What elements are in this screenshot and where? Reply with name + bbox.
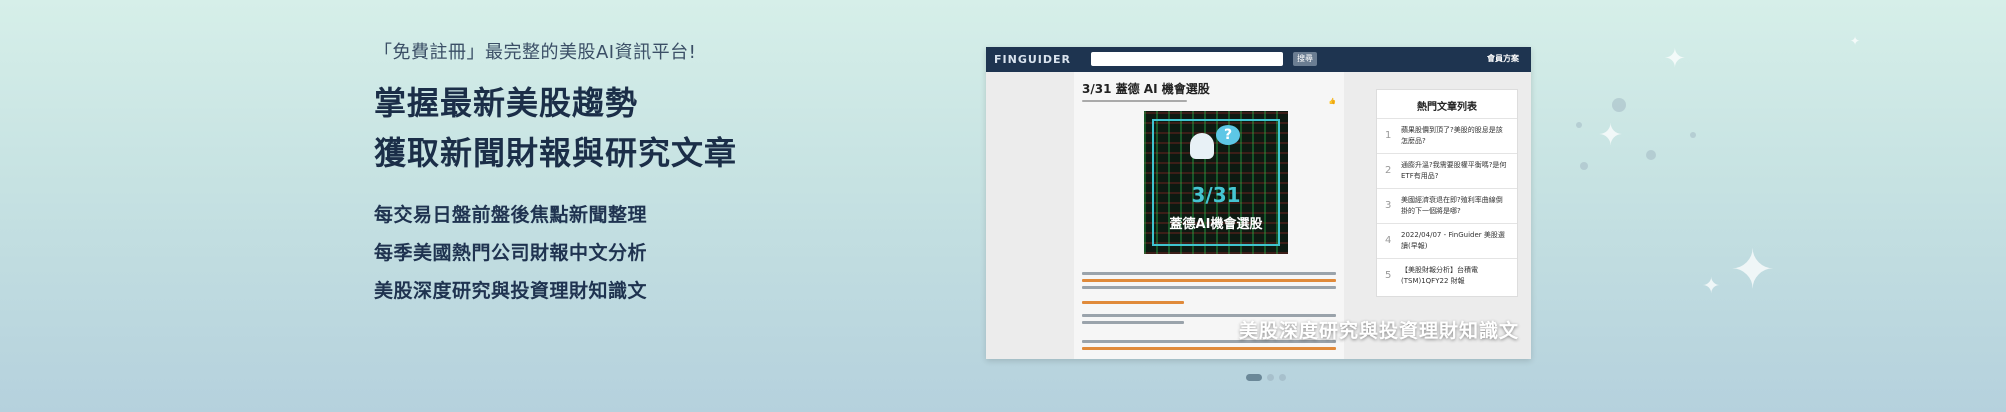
list-item-number: 1 [1385, 130, 1392, 141]
list-item-text: 通膨升溫?我需要股權平衡嗎?是何ETF有用品? [1401, 161, 1507, 180]
sparkle-icon: ✦ [1664, 44, 1686, 74]
list-item: 3 美國經濟衰退在即?殖利率曲線倒掛的下一個將是哪? [1377, 188, 1517, 223]
feature-item: 美股深度研究與投資理財知識文 [374, 280, 648, 302]
list-item-number: 4 [1385, 235, 1392, 246]
question-bubble-icon: ? [1216, 125, 1240, 145]
slide-caption: 美股深度研究與投資理財知識文 [1238, 320, 1519, 342]
screenshot-member-link: 會員方案 [1487, 54, 1519, 63]
list-item: 5 【美股財報分析】台積電(TSM)1QFY22 財報 [1377, 258, 1517, 293]
headline-2: 獲取新聞財報與研究文章 [374, 134, 738, 172]
screenshot-logo: FINGUIDER [994, 53, 1071, 66]
list-item: 4 2022/04/07 - FinGuider 美股選讀(早報) [1377, 223, 1517, 258]
bubble-decoration [1690, 132, 1696, 138]
sparkle-icon: ✦ [1730, 238, 1776, 301]
hero-copy: 「免費註冊」最完整的美股AI資訊平台! 掌握最新美股趨勢 獲取新聞財報與研究文章… [374, 38, 894, 310]
sparkle-icon: ✦ [1598, 118, 1624, 153]
list-item-text: 2022/04/07 - FinGuider 美股選讀(早報) [1401, 231, 1505, 250]
bubble-decoration [1646, 150, 1656, 160]
feature-list: 每交易日盤前盤後焦點新聞整理 每季美國熱門公司財報中文分析 美股深度研究與投資理… [374, 196, 894, 310]
sparkle-icon: ✦ [1850, 34, 1861, 48]
feature-carousel[interactable]: FINGUIDER 搜尋 會員方案 3/31 蓋德 AI 機會選股 👍 ? 3/… [986, 47, 1531, 359]
bubble-decoration [1612, 98, 1626, 112]
list-item-number: 5 [1385, 270, 1392, 281]
carousel-indicators [1246, 374, 1286, 381]
headline-1: 掌握最新美股趨勢 [374, 84, 639, 122]
carousel-dot[interactable] [1279, 374, 1286, 381]
screenshot-navbar: FINGUIDER 搜尋 會員方案 [986, 47, 1531, 72]
list-item-text: 蘋果股價到頂了?美股的股息是該怎麼品? [1401, 126, 1503, 145]
feature-item: 每季美國熱門公司財報中文分析 [374, 242, 648, 264]
bubble-decoration [1576, 122, 1582, 128]
hero-date: 3/31 [1191, 183, 1241, 207]
list-item: 1 蘋果股價到頂了?美股的股息是該怎麼品? [1377, 118, 1517, 153]
screenshot-search-button: 搜尋 [1293, 52, 1317, 66]
screenshot-search-input [1091, 52, 1283, 66]
list-item: 2 通膨升溫?我需要股權平衡嗎?是何ETF有用品? [1377, 153, 1517, 188]
screenshot-popular-articles: 熱門文章列表 1 蘋果股價到頂了?美股的股息是該怎麼品? 2 通膨升溫?我需要股… [1376, 89, 1518, 297]
list-item-number: 2 [1385, 165, 1392, 176]
tagline: 「免費註冊」最完整的美股AI資訊平台! [374, 42, 697, 63]
carousel-dot[interactable] [1267, 374, 1274, 381]
bubble-decoration [1580, 162, 1588, 170]
sparkle-icon: ✦ [1702, 274, 1721, 299]
article-title: 3/31 蓋德 AI 機會選股 [1082, 82, 1210, 96]
article-meta [1082, 100, 1344, 102]
sidebar-title: 熱門文章列表 [1417, 102, 1477, 113]
like-icon: 👍 [1328, 98, 1336, 105]
feature-item: 每交易日盤前盤後焦點新聞整理 [374, 204, 648, 226]
robot-icon [1190, 133, 1214, 159]
carousel-dot[interactable] [1246, 374, 1262, 381]
list-item-text: 【美股財報分析】台積電(TSM)1QFY22 財報 [1401, 266, 1478, 285]
hero-title: 蓋德AI機會選股 [1169, 217, 1263, 232]
article-hero-image: ? 3/31 蓋德AI機會選股 [1144, 111, 1288, 254]
list-item-text: 美國經濟衰退在即?殖利率曲線倒掛的下一個將是哪? [1401, 196, 1503, 215]
list-item-number: 3 [1385, 200, 1392, 211]
